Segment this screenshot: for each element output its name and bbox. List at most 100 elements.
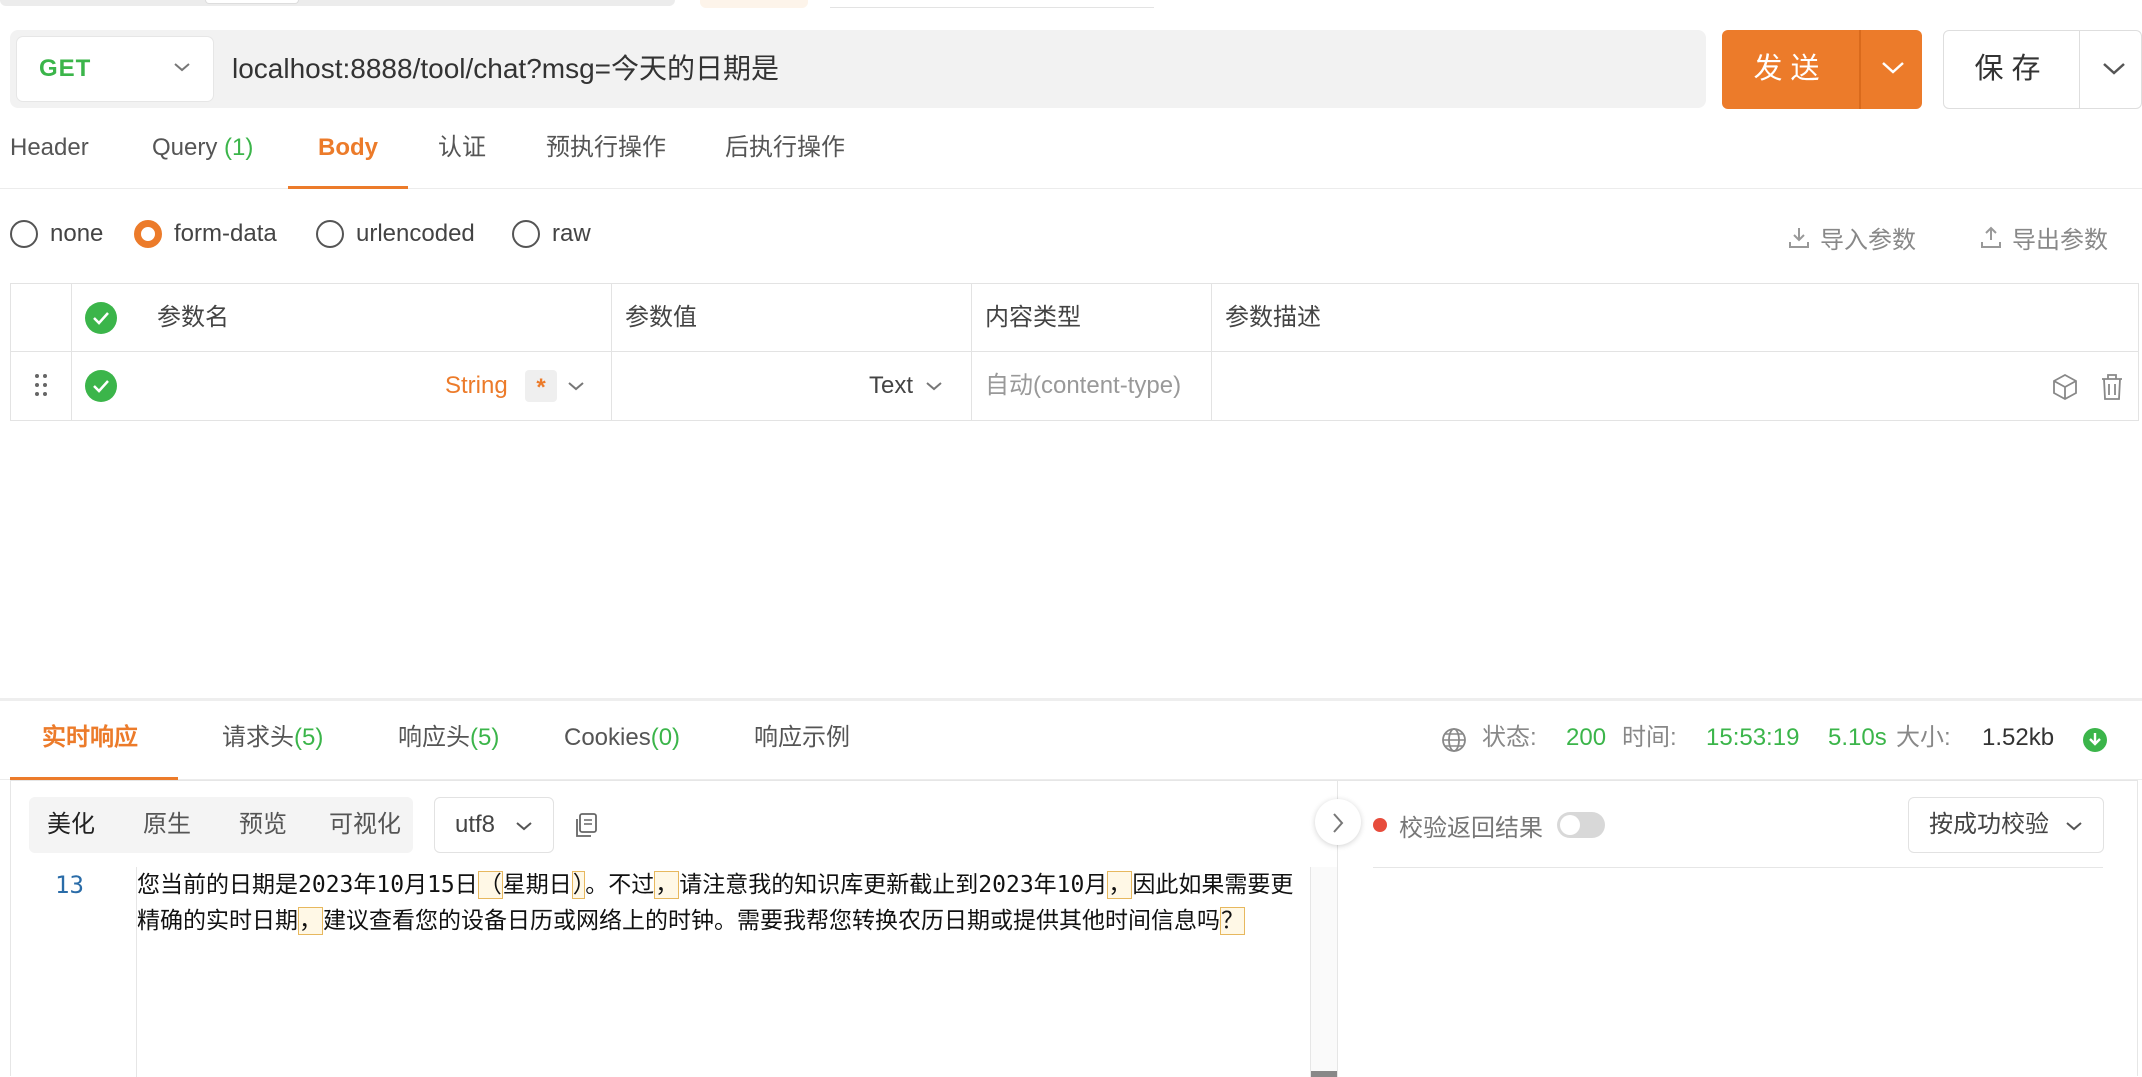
send-button[interactable]: 发送: [1722, 30, 1922, 109]
radio-form-data[interactable]: form-data: [134, 220, 277, 248]
tab-response-example[interactable]: 响应示例: [754, 701, 850, 779]
time-label: 时间:: [1622, 724, 1677, 751]
save-label: 保存: [1974, 53, 2049, 85]
upload-icon: [1981, 226, 2001, 248]
url-bar: GET localhost:8888/tool/chat?msg=今天的日期是: [10, 30, 1706, 108]
method-select[interactable]: GET: [17, 37, 213, 101]
response-text-segment: 。不过: [585, 872, 655, 898]
verify-result-row: 校验返回结果: [1373, 797, 1605, 853]
chevron-down-icon: [516, 822, 532, 831]
editor-scrollbar[interactable]: [1310, 867, 1337, 1077]
import-params-button[interactable]: 导入参数: [1788, 220, 1916, 255]
select-all-checkbox[interactable]: [85, 302, 117, 334]
verify-label: 校验返回结果: [1399, 814, 1543, 842]
tab-body[interactable]: Body: [288, 116, 408, 189]
chevron-down-icon[interactable]: [1880, 58, 1906, 78]
drag-handle-icon[interactable]: [35, 374, 51, 398]
radio-none[interactable]: none: [10, 220, 103, 248]
response-text-segment: 建议查看您的设备日历或网络上的时钟。需要我帮您转换农历日期或提供其他时间信息吗: [323, 908, 1220, 934]
trash-icon[interactable]: [2099, 372, 2125, 402]
status-dot: [1373, 818, 1387, 832]
response-text-segment: 您当前的日期是2023年10月15日: [137, 872, 478, 898]
encoding-select[interactable]: utf8: [434, 797, 554, 853]
line-number: 13: [55, 871, 84, 899]
send-divider: [1859, 30, 1861, 109]
chevron-down-icon: [174, 63, 190, 72]
chevron-down-icon[interactable]: [2101, 59, 2127, 79]
row-checkbox[interactable]: [85, 370, 117, 402]
chevron-right-icon: [1333, 813, 1344, 833]
verify-toggle[interactable]: [1557, 812, 1605, 838]
download-icon: [1789, 227, 1809, 248]
chevron-down-icon[interactable]: [567, 380, 585, 392]
header-content-type: 内容类型: [985, 304, 1081, 331]
response-tabs: 实时响应 请求头(5) 响应头(5) Cookies(0) 响应示例 状态: 2…: [0, 701, 2142, 780]
highlighted-punctuation: ，: [298, 907, 323, 935]
chevron-down-icon[interactable]: [925, 380, 943, 392]
header-param-value: 参数值: [625, 304, 697, 331]
tab-live-response[interactable]: 实时响应: [10, 701, 178, 780]
header-param-desc: 参数描述: [1225, 304, 1321, 331]
download-response-icon[interactable]: [2082, 727, 2108, 753]
tab-cookies[interactable]: Cookies(0): [564, 701, 680, 779]
status-label: 状态:: [1482, 724, 1537, 751]
check-icon: [93, 380, 109, 393]
time-value: 15:53:19: [1706, 724, 1800, 751]
status-code: 200: [1566, 724, 1607, 751]
response-editor[interactable]: 13 您当前的日期是2023年10月15日（星期日）。不过，请注意我的知识库更新…: [11, 867, 1311, 1077]
highlighted-punctuation: ？: [1220, 907, 1245, 935]
content-type-input[interactable]: 自动(content-type): [985, 352, 1181, 420]
tab-header[interactable]: Header: [10, 116, 89, 188]
view-pretty[interactable]: 美化: [29, 797, 113, 853]
tab-query[interactable]: Query (1): [152, 116, 253, 188]
collapse-panel-button[interactable]: [1315, 799, 1361, 845]
tab-response-headers[interactable]: 响应头(5): [398, 701, 499, 779]
verify-divider: [1373, 867, 2103, 868]
url-input[interactable]: localhost:8888/tool/chat?msg=今天的日期是: [232, 30, 779, 108]
verify-mode-select[interactable]: 按成功校验: [1908, 797, 2104, 853]
radio-circle: [10, 220, 38, 248]
required-toggle[interactable]: *: [525, 370, 557, 402]
check-icon: [93, 312, 109, 325]
size-value: 1.52kb: [1982, 724, 2055, 751]
highlighted-punctuation: ，: [654, 871, 680, 899]
tab-auth[interactable]: 认证: [438, 116, 486, 188]
header-param-name: 参数名: [157, 304, 229, 331]
chevron-down-icon: [2066, 822, 2082, 831]
method-label: GET: [39, 55, 92, 82]
top-tab-bar-remnant: [0, 0, 675, 6]
response-text: 您当前的日期是2023年10月15日（星期日）。不过，请注意我的知识库更新截止到…: [137, 867, 1307, 939]
radio-circle: [316, 220, 344, 248]
save-button[interactable]: 保存: [1943, 30, 2142, 109]
top-tab-remnant: [205, 0, 299, 4]
view-mode-switch: 美化 原生 预览 可视化: [29, 797, 413, 853]
body-type-row: none form-data urlencoded raw 导入参数 导出参数: [0, 214, 2142, 256]
value-type-select[interactable]: Text: [869, 352, 913, 420]
tab-post-script[interactable]: 后执行操作: [725, 116, 845, 188]
top-accent-remnant: [700, 0, 808, 8]
tab-pre-script[interactable]: 预执行操作: [546, 116, 666, 188]
response-body: 美化 原生 预览 可视化 utf8 13 您当前的日期是2023年10月15日（…: [10, 780, 2138, 1077]
globe-icon[interactable]: [1440, 726, 1468, 754]
view-visualize[interactable]: 可视化: [317, 797, 413, 853]
param-table: 参数名 参数值 内容类型 参数描述 String * Text 自动(conte…: [10, 283, 2139, 421]
response-text-segment: 请注意我的知识库更新截止到2023年10月: [679, 872, 1108, 898]
top-strip: [0, 0, 2142, 8]
request-tabs: Header Query (1) Body 认证 预执行操作 后执行操作: [0, 116, 2142, 189]
radio-raw[interactable]: raw: [512, 220, 591, 248]
duration-value: 5.10s: [1828, 724, 1887, 751]
export-params-button[interactable]: 导出参数: [1980, 220, 2108, 255]
radio-urlencoded[interactable]: urlencoded: [316, 220, 475, 248]
highlighted-punctuation: ）: [571, 871, 586, 899]
copy-icon[interactable]: [573, 811, 599, 839]
highlighted-punctuation: ，: [1107, 871, 1133, 899]
view-raw[interactable]: 原生: [125, 797, 209, 853]
top-input-remnant: [830, 0, 1154, 8]
cube-icon[interactable]: [2051, 372, 2079, 402]
tab-request-headers[interactable]: 请求头(5): [222, 701, 323, 779]
radio-circle-selected: [134, 220, 162, 248]
send-label: 发送: [1753, 53, 1828, 85]
param-type-select[interactable]: String: [445, 352, 508, 420]
view-preview[interactable]: 预览: [221, 797, 305, 853]
scroll-thumb[interactable]: [1311, 1071, 1337, 1077]
